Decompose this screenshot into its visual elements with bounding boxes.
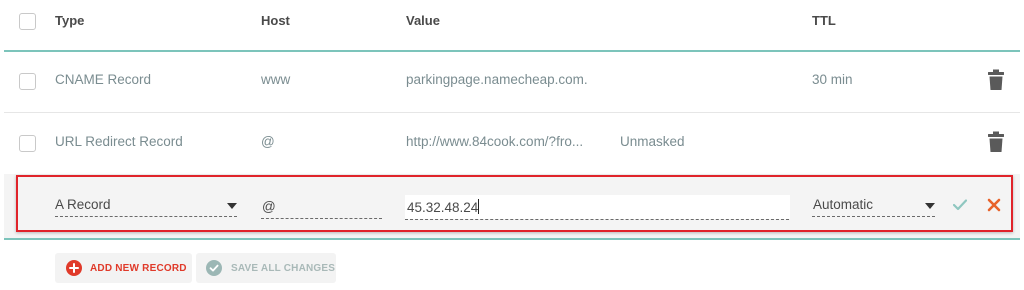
header-host: Host [261,13,290,28]
host-value: @ [262,199,276,214]
record-host: @ [261,134,275,149]
trash-icon[interactable] [987,69,1005,91]
add-new-record-label: ADD NEW RECORD [90,262,187,274]
ttl-underline [812,216,935,217]
record-value: parkingpage.namecheap.com. [406,72,588,87]
select-all-checkbox[interactable] [19,13,36,30]
close-icon[interactable] [987,198,1001,212]
type-underline [55,216,237,217]
save-all-changes-button[interactable]: SAVE ALL CHANGES [196,253,336,283]
header-type: Type [55,13,85,28]
save-all-changes-label: SAVE ALL CHANGES [231,262,336,274]
add-new-record-button[interactable]: ADD NEW RECORD [55,253,192,283]
plus-circle-icon [66,260,82,276]
value-text: 45.32.48.24 [407,199,480,215]
record-type: URL Redirect Record [55,134,183,149]
record-masking: Unmasked [620,134,685,149]
check-circle-icon [206,260,222,276]
check-icon[interactable] [953,199,967,211]
record-ttl: 30 min [812,72,853,87]
record-type-value: A Record [55,197,111,212]
value-content: 45.32.48.24 [407,200,479,215]
header-value: Value [406,13,440,28]
chevron-down-icon [925,203,935,209]
host-underline [261,218,382,219]
record-host: www [261,72,291,87]
chevron-down-icon [227,203,237,209]
trash-icon[interactable] [987,131,1005,153]
row-divider [4,112,1020,113]
record-value: http://www.84cook.com/?fro... [406,134,584,149]
row-checkbox[interactable] [19,135,36,152]
row-checkbox[interactable] [19,73,36,90]
header-divider [4,50,1020,52]
text-cursor [478,199,480,214]
header-ttl: TTL [812,13,836,28]
record-type: CNAME Record [55,72,152,87]
ttl-value: Automatic [813,197,874,212]
value-underline [405,219,789,220]
